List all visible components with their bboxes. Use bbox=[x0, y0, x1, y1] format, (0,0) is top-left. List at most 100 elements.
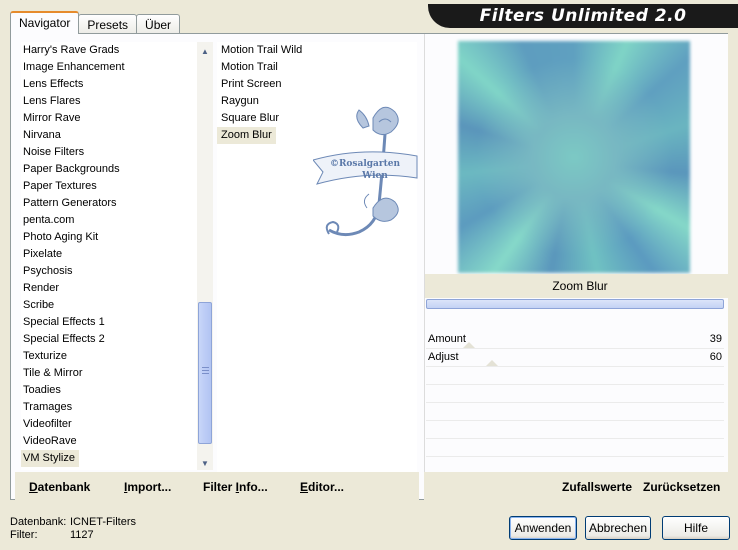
param-label: Amount bbox=[428, 333, 466, 345]
category-label: Special Effects 1 bbox=[23, 316, 105, 328]
filter-count-label: Filter: bbox=[10, 529, 38, 541]
category-item[interactable]: Noise Filters bbox=[21, 144, 207, 161]
category-item[interactable]: Pattern Generators bbox=[21, 195, 207, 212]
apply-button[interactable]: Anwenden bbox=[509, 516, 577, 540]
filter-label: Zoom Blur bbox=[217, 127, 276, 144]
tab-bar: Navigator Presets Über bbox=[10, 11, 181, 34]
stamp-text-line2: Wien bbox=[361, 171, 388, 181]
parameter-slider-track[interactable] bbox=[426, 299, 724, 309]
divider bbox=[426, 384, 724, 385]
filter-info-button[interactable]: Filter Info... bbox=[203, 480, 268, 494]
category-label: Noise Filters bbox=[23, 146, 85, 158]
selected-filter-name: Zoom Blur bbox=[425, 274, 735, 298]
category-label: Nirvana bbox=[23, 129, 61, 141]
category-item[interactable]: Special Effects 1 bbox=[21, 314, 207, 331]
navigator-panel: Harry's Rave Grads Image Enhancement Lens … bbox=[10, 33, 735, 500]
category-item[interactable]: penta.com bbox=[21, 212, 207, 229]
divider bbox=[426, 456, 724, 457]
divider bbox=[426, 366, 724, 367]
divider bbox=[426, 438, 724, 439]
divider bbox=[426, 402, 724, 403]
left-toolbar: Datenbank Import... Filter Info... Edito… bbox=[15, 472, 419, 500]
category-item[interactable]: Mirror Rave bbox=[21, 110, 207, 127]
category-item[interactable]: VideoRave bbox=[21, 433, 207, 450]
category-item[interactable]: Videofilter bbox=[21, 416, 207, 433]
filter-label: Motion Trail Wild bbox=[221, 44, 303, 56]
category-label: Pixelate bbox=[23, 248, 63, 260]
category-item[interactable]: Photo Aging Kit bbox=[21, 229, 207, 246]
category-item[interactable]: Nirvana bbox=[21, 127, 207, 144]
filter-count-value: 1127 bbox=[70, 529, 94, 541]
category-label: Pattern Generators bbox=[23, 197, 117, 209]
database-label: Datenbank: bbox=[10, 516, 67, 528]
tab-label: Über bbox=[145, 18, 172, 32]
category-label: VM Stylize bbox=[21, 450, 79, 467]
database-button[interactable]: Datenbank bbox=[29, 480, 90, 494]
category-item[interactable]: Pixelate bbox=[21, 246, 207, 263]
rosalgarten-watermark-stamp: ©Rosalgarten Wien bbox=[313, 106, 418, 237]
category-label: Paper Backgrounds bbox=[23, 163, 120, 175]
scrollbar-thumb[interactable] bbox=[198, 302, 212, 444]
category-label: Render bbox=[23, 282, 60, 294]
category-label: Scribe bbox=[23, 299, 55, 311]
category-item[interactable]: Render bbox=[21, 280, 207, 297]
category-label: Special Effects 2 bbox=[23, 333, 105, 345]
category-item[interactable]: Scribe bbox=[21, 297, 207, 314]
category-item[interactable]: Tramages bbox=[21, 399, 207, 416]
filter-label: Motion Trail bbox=[221, 61, 278, 73]
filter-list[interactable]: Motion Trail Wild Motion Trail Print Scree… bbox=[217, 42, 418, 472]
param-row-adjust[interactable]: Adjust 60 bbox=[426, 348, 724, 366]
category-item[interactable]: Tile & Mirror bbox=[21, 365, 207, 382]
filter-label: Print Screen bbox=[221, 78, 282, 90]
category-item-partial bbox=[21, 467, 207, 470]
stamp-text-line1: ©Rosalgarten bbox=[330, 159, 401, 169]
scroll-up-arrow-icon[interactable]: ▲ bbox=[197, 44, 213, 60]
scroll-down-arrow-icon[interactable]: ▼ bbox=[197, 456, 213, 472]
category-item[interactable]: Psychosis bbox=[21, 263, 207, 280]
reset-button[interactable]: Zurücksetzen bbox=[643, 480, 720, 494]
tab-uber[interactable]: Über bbox=[136, 14, 181, 34]
filter-item[interactable]: Motion Trail bbox=[217, 59, 417, 76]
filter-preview-image[interactable] bbox=[458, 41, 690, 273]
category-item[interactable]: Lens Effects bbox=[21, 76, 207, 93]
filter-item[interactable]: Print Screen bbox=[217, 76, 417, 93]
category-label: VideoRave bbox=[23, 435, 77, 447]
filter-item[interactable]: Motion Trail Wild bbox=[217, 42, 417, 59]
category-scrollbar[interactable]: ▲ ▼ bbox=[197, 42, 213, 470]
tab-navigator[interactable]: Navigator bbox=[10, 11, 80, 34]
category-item[interactable]: Harry's Rave Grads bbox=[21, 42, 207, 59]
category-label: Paper Textures bbox=[23, 180, 97, 192]
category-item[interactable]: Paper Textures bbox=[21, 178, 207, 195]
category-label: Lens Flares bbox=[23, 95, 81, 107]
param-value: 39 bbox=[709, 333, 722, 345]
preview-pane: Zoom Blur Amount 39 Adjust 60 bbox=[424, 34, 735, 500]
right-toolbar: Zufallswerte Zurücksetzen bbox=[424, 472, 728, 500]
category-label: Lens Effects bbox=[23, 78, 84, 90]
import-button[interactable]: Import... bbox=[124, 480, 171, 494]
category-item[interactable]: Special Effects 2 bbox=[21, 331, 207, 348]
category-label: Mirror Rave bbox=[23, 112, 81, 124]
category-list[interactable]: Harry's Rave Grads Image Enhancement Lens … bbox=[21, 42, 207, 470]
category-item[interactable]: Image Enhancement bbox=[21, 59, 207, 76]
category-item[interactable]: Paper Backgrounds bbox=[21, 161, 207, 178]
param-row-amount[interactable]: Amount 39 bbox=[426, 330, 724, 348]
status-info: Datenbank: ICNET-Filters Filter: 1127 bbox=[10, 516, 136, 542]
app-banner: Filters Unlimited 2.0 bbox=[428, 4, 738, 28]
category-label: Toadies bbox=[23, 384, 61, 396]
category-label: Tramages bbox=[23, 401, 73, 413]
category-item[interactable]: Toadies bbox=[21, 382, 207, 399]
tab-presets[interactable]: Presets bbox=[78, 14, 138, 34]
filters-unlimited-window: Filters Unlimited 2.0 Navigator Presets … bbox=[0, 0, 738, 550]
category-label: Image Enhancement bbox=[23, 61, 125, 73]
editor-button[interactable]: Editor... bbox=[300, 480, 344, 494]
app-title: Filters Unlimited 2.0 bbox=[479, 6, 687, 26]
category-item[interactable]: Texturize bbox=[21, 348, 207, 365]
random-values-button[interactable]: Zufallswerte bbox=[562, 480, 632, 494]
cancel-button[interactable]: Abbrechen bbox=[585, 516, 651, 540]
category-item[interactable]: VM Stylize bbox=[21, 450, 207, 467]
category-label: Videofilter bbox=[23, 418, 72, 430]
param-value: 60 bbox=[709, 351, 722, 363]
help-button[interactable]: Hilfe bbox=[662, 516, 730, 540]
category-item[interactable]: Lens Flares bbox=[21, 93, 207, 110]
divider bbox=[426, 420, 724, 421]
